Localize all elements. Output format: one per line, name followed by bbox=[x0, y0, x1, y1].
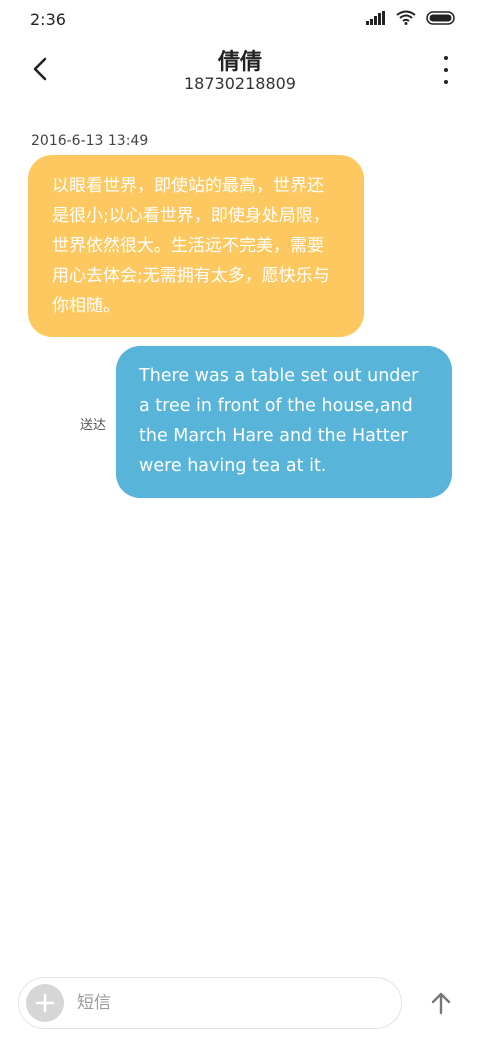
status-time: 2:36 bbox=[30, 10, 66, 29]
status-bar: 2:36 bbox=[0, 0, 480, 40]
wifi-icon bbox=[396, 10, 416, 25]
more-vertical-icon bbox=[444, 56, 448, 60]
arrow-up-icon bbox=[431, 992, 451, 1015]
conversation-header: 倩倩 18730218809 bbox=[0, 40, 480, 104]
add-attachment-button[interactable] bbox=[26, 984, 64, 1022]
message-thread-screen: 2:36 倩倩 18730218809 2016-6-13 13:49 以眼看世… bbox=[0, 0, 480, 1040]
contact-name: 倩倩 bbox=[217, 50, 262, 75]
more-options-button[interactable] bbox=[440, 56, 452, 84]
outgoing-message-bubble[interactable]: There was a table set out under a tree i… bbox=[116, 346, 452, 498]
sms-input[interactable] bbox=[77, 988, 377, 1018]
send-button[interactable] bbox=[426, 986, 456, 1020]
incoming-message-text: 以眼看世界，即使站的最高，世界还是很小;以心看世界，即使身处局限，世界依然很大。… bbox=[52, 176, 330, 316]
status-icons bbox=[366, 10, 456, 25]
message-timestamp: 2016-6-13 13:49 bbox=[31, 133, 149, 149]
plus-icon bbox=[35, 993, 55, 1013]
incoming-message-bubble[interactable]: 以眼看世界，即使站的最高，世界还是很小;以心看世界，即使身处局限，世界依然很大。… bbox=[28, 155, 364, 337]
battery-icon bbox=[426, 10, 455, 25]
more-vertical-icon bbox=[444, 80, 448, 84]
signal-icon bbox=[366, 10, 385, 25]
contact-number: 18730218809 bbox=[184, 74, 296, 93]
message-composer bbox=[18, 977, 402, 1029]
outgoing-message-text: There was a table set out under a tree i… bbox=[139, 366, 419, 476]
delivery-status: 送达 bbox=[80, 418, 107, 433]
more-vertical-icon bbox=[444, 68, 448, 72]
